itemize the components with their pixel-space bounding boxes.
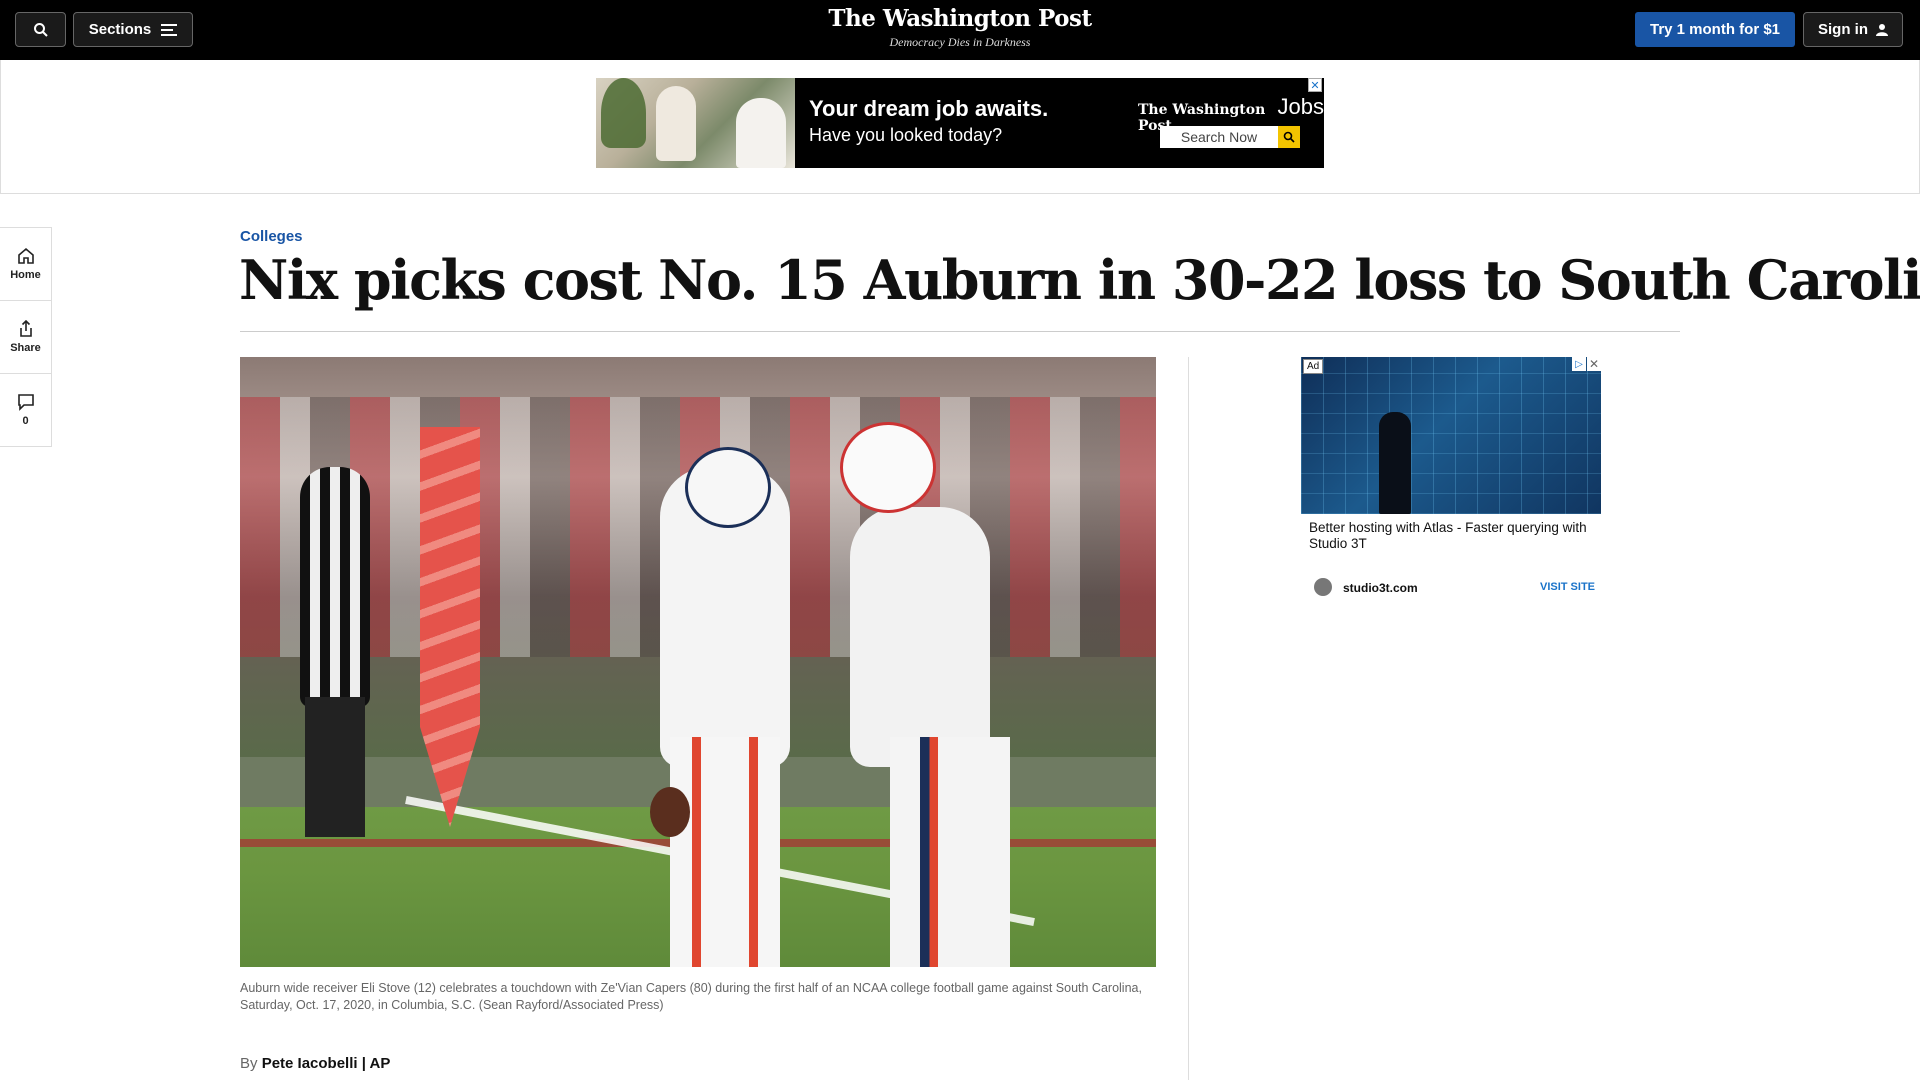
ad-search-button[interactable] — [1278, 126, 1300, 148]
article-action-rail: Home Share 0 — [0, 227, 52, 447]
ad-close-icon[interactable]: ✕ — [1587, 357, 1601, 371]
rail-home[interactable]: Home — [0, 228, 51, 301]
ad-label: Ad — [1303, 359, 1324, 374]
sidebar-ad-title[interactable]: Better hosting with Atlas - Faster query… — [1309, 520, 1589, 552]
article-headline: Nix picks cost No. 15 Auburn in 30-22 lo… — [239, 248, 1920, 312]
ad-search-field[interactable]: Search Now — [1160, 126, 1278, 148]
ad-subline: Have you looked today? — [809, 125, 1003, 145]
headline-divider — [240, 331, 1680, 332]
photo-caption: Auburn wide receiver Eli Stove (12) cele… — [240, 981, 1142, 1012]
site-tagline: Democracy Dies in Darkness — [889, 35, 1031, 49]
rail-comment-count: 0 — [22, 415, 29, 427]
sign-in-label: Sign in — [1818, 21, 1868, 38]
byline: By Pete Iacobelli | AP — [240, 1055, 390, 1072]
share-icon — [19, 320, 32, 337]
byline-prefix: By — [240, 1055, 258, 1072]
top-navigation-bar: Sections The Washington Post Democracy D… — [0, 0, 1920, 60]
rail-share[interactable]: Share — [0, 301, 51, 374]
search-icon — [1283, 131, 1295, 143]
sign-in-button[interactable]: Sign in — [1803, 12, 1903, 47]
search-button[interactable] — [15, 12, 66, 47]
menu-icon — [161, 23, 178, 36]
subscribe-button[interactable]: Try 1 month for $1 — [1635, 12, 1795, 47]
ad-headline: Your dream job awaits. — [809, 96, 1049, 121]
rail-comments[interactable]: 0 — [0, 374, 51, 446]
lead-photo[interactable] — [240, 357, 1156, 967]
ad-photo — [596, 78, 795, 168]
sections-button[interactable]: Sections — [73, 12, 193, 47]
rail-home-label: Home — [10, 269, 41, 281]
sidebar-ad-image[interactable]: Ad ▷ ✕ — [1301, 357, 1601, 514]
ad-info-icon[interactable]: ▷ — [1572, 357, 1586, 371]
comment-icon — [17, 394, 34, 411]
article-kicker[interactable]: Colleges — [240, 228, 303, 245]
column-divider — [1188, 357, 1189, 1080]
user-icon — [1876, 24, 1888, 36]
byline-author[interactable]: Pete Iacobelli | AP — [262, 1055, 391, 1072]
sidebar-ad[interactable]: Ad ▷ ✕ Better hosting with Atlas - Faste… — [1301, 357, 1601, 607]
visit-site-link[interactable]: VISIT SITE — [1540, 581, 1595, 593]
search-icon — [33, 22, 48, 37]
site-logo[interactable]: The Washington Post — [760, 5, 1160, 32]
home-icon — [17, 247, 34, 264]
sections-label: Sections — [88, 21, 152, 38]
rail-share-label: Share — [10, 342, 41, 354]
adchoices-close-icon[interactable]: ✕ — [1308, 78, 1322, 92]
ad-brand-suffix: Jobs — [1277, 94, 1324, 119]
globe-icon — [1314, 578, 1332, 596]
sidebar-ad-site[interactable]: studio3t.com — [1343, 581, 1418, 595]
masthead[interactable]: The Washington Post Democracy Dies in Da… — [760, 5, 1160, 50]
jobs-banner-ad[interactable]: Your dream job awaits. Have you looked t… — [596, 78, 1324, 168]
